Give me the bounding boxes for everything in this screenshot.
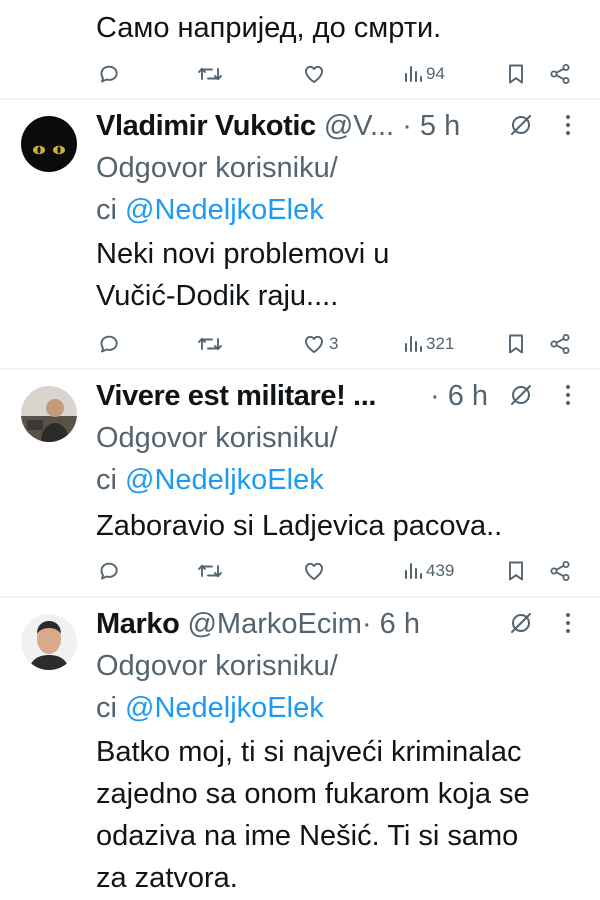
views-icon (403, 559, 423, 583)
avatar[interactable] (21, 614, 77, 670)
divider (0, 596, 600, 598)
tweet-text-line: Neki novi problemovi u (96, 238, 390, 270)
tweet-reply[interactable]: Vivere est militare! ... · 6 h Odgovor k… (0, 376, 600, 596)
share-icon (548, 62, 572, 86)
tweet-text-line: odaziva na ime Nešić. Ti si samo (96, 820, 519, 852)
views-icon (403, 62, 423, 86)
display-name[interactable]: Vivere est militare! ... (96, 380, 376, 412)
reply-context: Odgovor korisniku/ (96, 650, 338, 682)
bookmark-button[interactable] (505, 326, 527, 362)
timestamp[interactable]: · 6 h (430, 376, 488, 416)
tweet-actions: 3 321 (0, 326, 600, 362)
display-name[interactable]: Marko (96, 608, 180, 640)
views-button[interactable]: 94 (403, 56, 445, 92)
heart-icon (302, 62, 326, 86)
grok-icon[interactable] (508, 112, 534, 138)
bookmark-icon (505, 559, 527, 583)
tweet-text-line: Само напријед, до смрти. (96, 12, 442, 44)
bookmark-button[interactable] (505, 56, 527, 92)
retweet-button[interactable] (196, 56, 224, 92)
tweet-top[interactable]: Само напријед, до смрти. 94 (0, 0, 600, 98)
reply-icon (97, 559, 121, 583)
tweet-actions: 439 (0, 553, 600, 589)
grok-icon[interactable] (508, 610, 534, 636)
views-button[interactable]: 439 (403, 553, 454, 589)
reply-context: Odgovor korisniku/ (96, 422, 338, 454)
tweet-reply[interactable]: Marko @MarkoEcim· 6 h Odgovor korisniku/… (0, 604, 600, 900)
share-button[interactable] (548, 56, 572, 92)
tweet-text-line: Vučić-Dodik raju.... (96, 280, 339, 312)
views-count: 321 (426, 334, 455, 353)
reply-context: Odgovor korisniku/ (96, 152, 338, 184)
display-name[interactable]: Vladimir Vukotic (96, 110, 316, 142)
retweet-icon (196, 332, 224, 356)
share-icon (548, 332, 572, 356)
timestamp[interactable]: · 5 h (402, 110, 460, 142)
views-button[interactable]: 321 (403, 326, 454, 362)
bookmark-icon (505, 332, 527, 356)
tweet-text-line: zajedno sa onom fukarom koja se (96, 778, 530, 810)
tweet-text-line: Batko moj, ti si najveći kriminalac (96, 736, 522, 768)
reply-context: ci @NedeljkoElek (96, 190, 324, 230)
share-icon (548, 559, 572, 583)
like-count: 3 (329, 334, 339, 353)
reply-context: ci @NedeljkoElek (96, 688, 324, 728)
reply-icon (97, 332, 121, 356)
reply-context-label: ci (96, 464, 125, 496)
avatar[interactable] (21, 386, 77, 442)
tweet-text-line: Zaboravio si Ladjevica pacova.. (96, 510, 503, 542)
avatar[interactable] (21, 116, 77, 172)
reply-icon (97, 62, 121, 86)
retweet-button[interactable] (196, 326, 224, 362)
tweet-actions: 94 (0, 56, 600, 92)
user-handle[interactable]: @MarkoEcim (187, 608, 361, 640)
tweet-text-line: za zatvora. (96, 862, 238, 894)
grok-icon[interactable] (508, 382, 534, 408)
reply-button[interactable] (97, 56, 121, 92)
retweet-icon (196, 62, 224, 86)
retweet-button[interactable] (196, 553, 224, 589)
mention-link[interactable]: @NedeljkoElek (125, 194, 324, 226)
mention-link[interactable]: @NedeljkoElek (125, 464, 324, 496)
bookmark-button[interactable] (505, 553, 527, 589)
heart-icon (302, 559, 326, 583)
reply-button[interactable] (97, 553, 121, 589)
views-count: 94 (426, 64, 445, 83)
like-button[interactable] (302, 56, 326, 92)
share-button[interactable] (548, 553, 572, 589)
heart-icon (302, 332, 326, 356)
bookmark-icon (505, 62, 527, 86)
tweet-reply[interactable]: Vladimir Vukotic @V... · 5 h Odgovor kor… (0, 106, 600, 368)
views-count: 439 (426, 561, 455, 580)
user-handle[interactable]: @V... (324, 110, 394, 142)
more-options-icon[interactable] (558, 382, 578, 408)
reply-context-label: ci (96, 194, 125, 226)
views-icon (403, 332, 423, 356)
timestamp[interactable]: · 6 h (362, 608, 420, 640)
more-options-icon[interactable] (558, 112, 578, 138)
reply-context: ci @NedeljkoElek (96, 460, 324, 500)
reply-button[interactable] (97, 326, 121, 362)
like-button[interactable] (302, 553, 326, 589)
reply-context-label: ci (96, 692, 125, 724)
divider (0, 368, 600, 370)
divider (0, 98, 600, 100)
like-button[interactable]: 3 (302, 326, 338, 362)
share-button[interactable] (548, 326, 572, 362)
mention-link[interactable]: @NedeljkoElek (125, 692, 324, 724)
more-options-icon[interactable] (558, 610, 578, 636)
retweet-icon (196, 559, 224, 583)
